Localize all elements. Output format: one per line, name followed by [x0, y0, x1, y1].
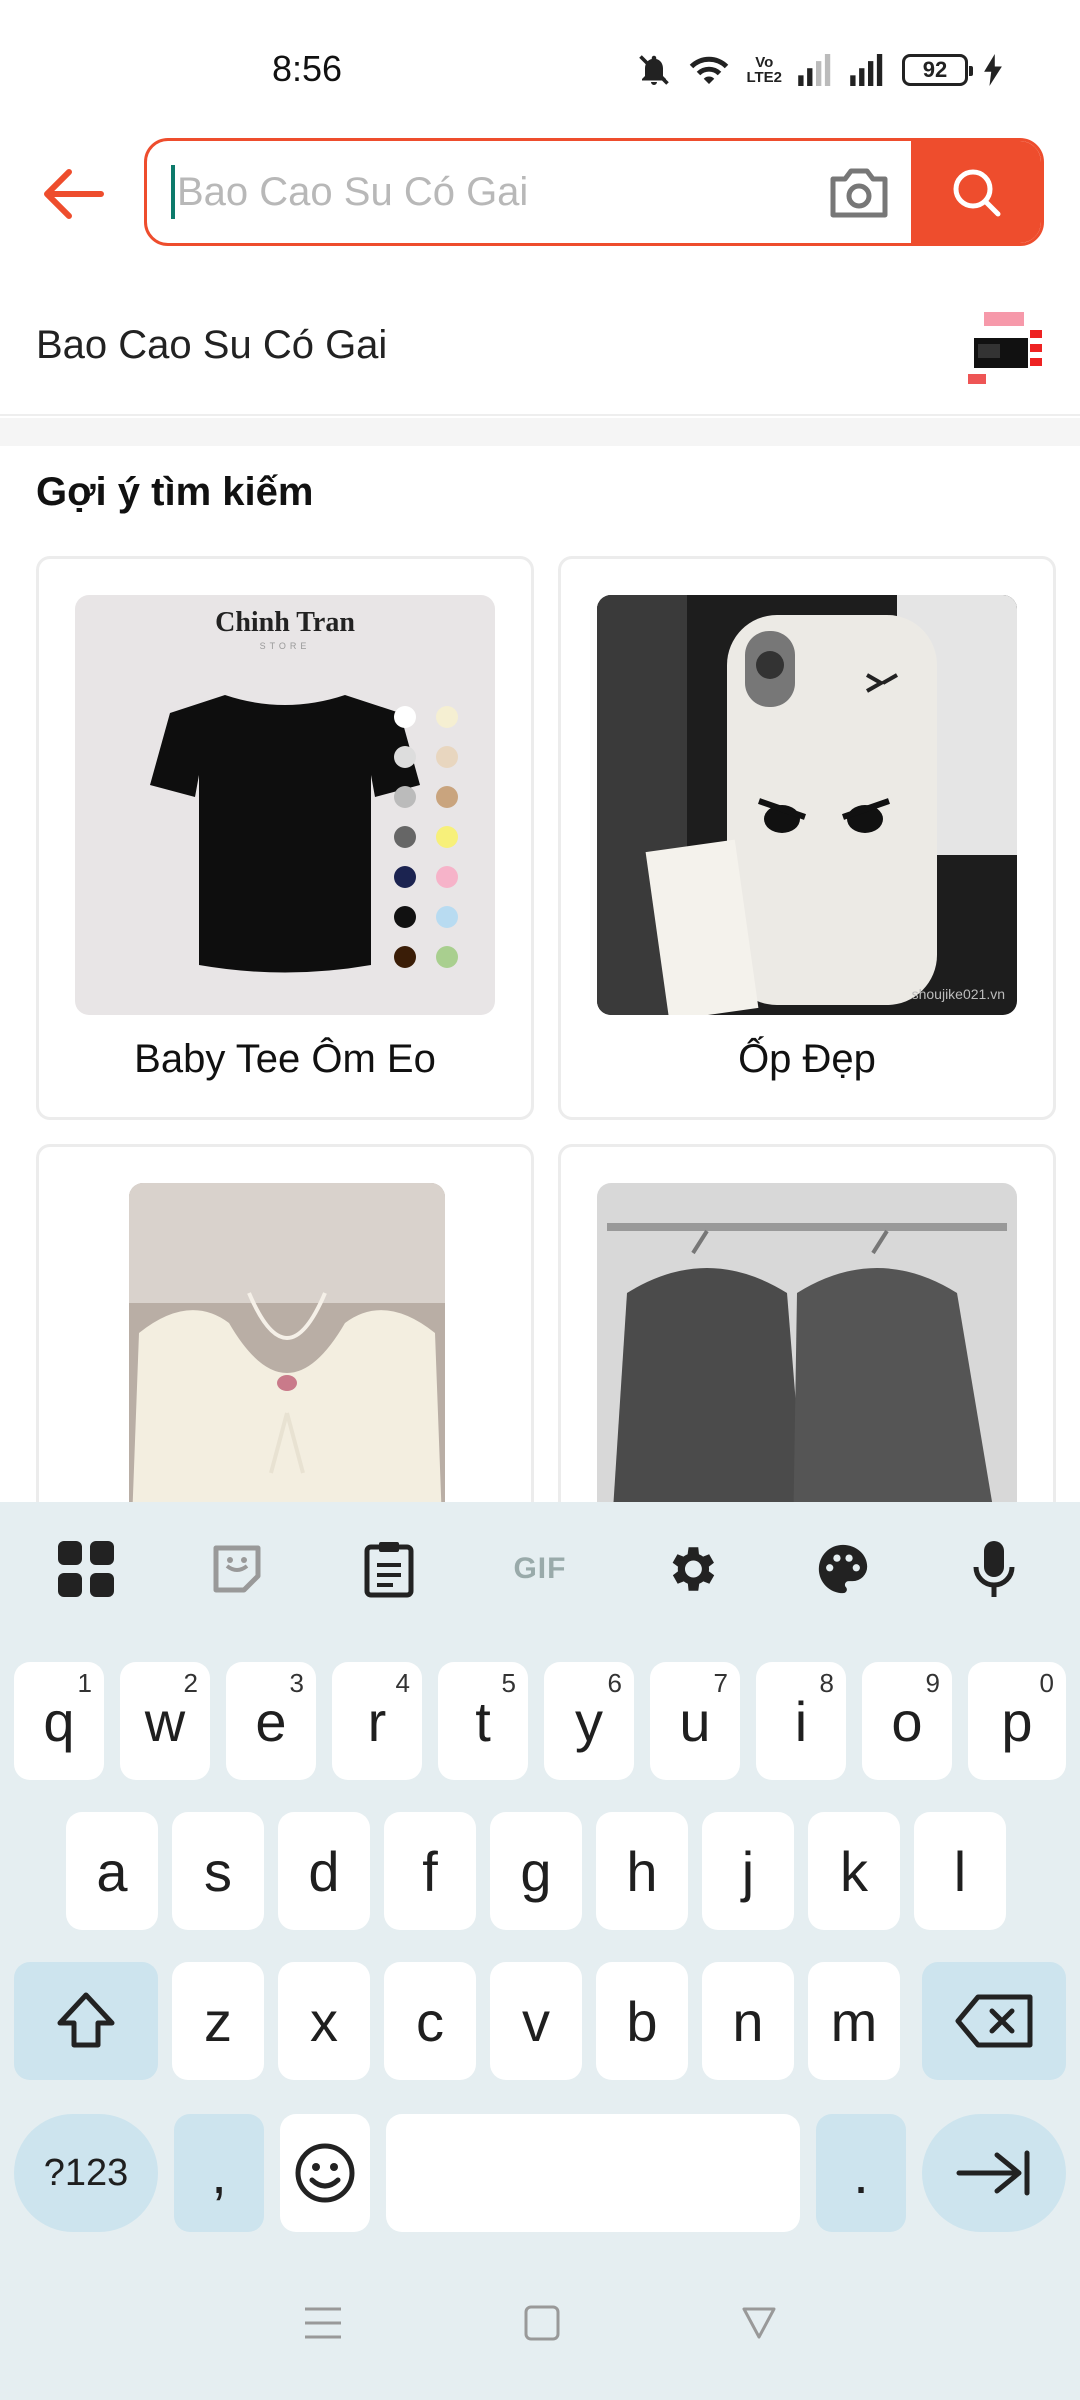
brand-sub: STORE	[260, 641, 311, 651]
key-g[interactable]: g	[490, 1812, 582, 1930]
clipboard-icon	[364, 1542, 414, 1598]
tab-next-icon	[956, 2150, 1030, 2196]
section-divider	[0, 418, 1080, 446]
key-o[interactable]: o9	[862, 1662, 952, 1780]
phone-watermark: shoujike021.vn	[912, 986, 1005, 1002]
key-r[interactable]: r4	[332, 1662, 422, 1780]
microphone-icon	[973, 1541, 1015, 1597]
key-d[interactable]: d	[278, 1812, 370, 1930]
search-field[interactable]	[147, 141, 911, 243]
key-q[interactable]: q1	[14, 1662, 104, 1780]
menu-icon	[305, 2307, 341, 2338]
text-caret	[171, 165, 175, 219]
key-n[interactable]: n	[702, 1962, 794, 2080]
key-e[interactable]: e3	[226, 1662, 316, 1780]
search-suggestion-row[interactable]: Bao Cao Su Có Gai	[0, 276, 1080, 416]
menu-nav-button[interactable]	[303, 2305, 343, 2346]
key-t[interactable]: t5	[438, 1662, 528, 1780]
key-y[interactable]: y6	[544, 1662, 634, 1780]
key-b[interactable]: b	[596, 1962, 688, 2080]
key-p[interactable]: p0	[968, 1662, 1066, 1780]
key-s[interactable]: s	[172, 1812, 264, 1930]
apps-button[interactable]	[46, 1529, 126, 1609]
card-image-phone-case: shoujike021.vn	[597, 595, 1017, 1015]
keyboard-toolbar: GIF	[0, 1502, 1080, 1636]
brand-name: Chinh Tran	[215, 607, 355, 638]
settings-button[interactable]	[651, 1529, 731, 1609]
back-button[interactable]	[36, 158, 108, 230]
home-square-icon	[524, 2305, 560, 2340]
suggestion-text: Bao Cao Su Có Gai	[36, 322, 388, 367]
shift-key[interactable]	[14, 1962, 158, 2080]
card-label: Baby Tee Ôm Eo	[134, 1037, 436, 1081]
search-button[interactable]	[911, 141, 1041, 243]
emoji-icon	[295, 2143, 355, 2203]
search-box	[144, 138, 1044, 246]
suggestion-card[interactable]: shoujike021.vn Ốp Đẹp	[558, 556, 1056, 1120]
key-f[interactable]: f	[384, 1812, 476, 1930]
key-w[interactable]: w2	[120, 1662, 210, 1780]
enter-key[interactable]	[922, 2114, 1066, 2232]
apps-grid-icon	[57, 1541, 114, 1597]
key-v[interactable]: v	[490, 1962, 582, 2080]
signal-2-icon	[850, 54, 883, 86]
wifi-icon	[690, 56, 729, 84]
space-key[interactable]	[386, 2114, 800, 2232]
comma-key[interactable]: ,	[174, 2114, 264, 2232]
search-icon	[953, 169, 1001, 217]
charging-icon	[984, 54, 1002, 86]
status-bar: 8:56 Vo LTE2 92	[0, 0, 1080, 140]
key-c[interactable]: c	[384, 1962, 476, 2080]
home-nav-button[interactable]	[523, 2304, 561, 2347]
key-j[interactable]: j	[702, 1812, 794, 1930]
key-i[interactable]: i8	[756, 1662, 846, 1780]
battery-indicator: 92	[902, 54, 973, 86]
volte-indicator: Vo LTE2	[746, 54, 782, 86]
gif-button[interactable]: GIF	[500, 1529, 580, 1609]
key-h[interactable]: h	[596, 1812, 688, 1930]
status-icons: Vo LTE2 92	[636, 52, 1002, 88]
card-image-tee: Chinh Tran STORE	[75, 595, 495, 1015]
card-label: Ốp Đẹp	[738, 1037, 876, 1081]
back-triangle-icon	[742, 2307, 776, 2338]
gif-label: GIF	[513, 1552, 567, 1585]
camera-icon	[830, 168, 888, 218]
backspace-key[interactable]	[922, 1962, 1066, 2080]
backspace-icon	[955, 1994, 1033, 2048]
clipboard-button[interactable]	[349, 1529, 429, 1609]
palette-icon	[818, 1544, 867, 1594]
key-z[interactable]: z	[172, 1962, 264, 2080]
period-key[interactable]: .	[816, 2114, 906, 2232]
key-u[interactable]: u7	[650, 1662, 740, 1780]
symbols-key[interactable]: ?123	[14, 2114, 158, 2232]
suggestion-card[interactable]: Chinh Tran STORE Baby Tee Ôm Eo	[36, 556, 534, 1120]
shift-icon	[57, 1992, 115, 2048]
search-input[interactable]	[177, 169, 777, 215]
camera-button[interactable]	[827, 165, 891, 221]
voice-input-button[interactable]	[954, 1529, 1034, 1609]
key-m[interactable]: m	[808, 1962, 900, 2080]
signal-1-icon	[798, 54, 831, 86]
theme-button[interactable]	[803, 1529, 883, 1609]
sticker-button[interactable]	[197, 1529, 277, 1609]
gear-icon	[673, 1547, 715, 1591]
mute-icon	[639, 55, 670, 85]
system-nav-bar	[0, 2250, 1080, 2400]
key-k[interactable]: k	[808, 1812, 900, 1930]
key-a[interactable]: a	[66, 1812, 158, 1930]
suggestion-thumbnail	[966, 308, 1046, 388]
key-l[interactable]: l	[914, 1812, 1006, 1930]
key-x[interactable]: x	[278, 1962, 370, 2080]
back-nav-button[interactable]	[741, 2305, 777, 2346]
status-time: 8:56	[272, 48, 343, 89]
sticker-icon	[213, 1545, 261, 1593]
back-arrow-icon	[44, 169, 104, 219]
section-title: Gợi ý tìm kiếm	[36, 470, 314, 514]
emoji-key[interactable]	[280, 2114, 370, 2232]
